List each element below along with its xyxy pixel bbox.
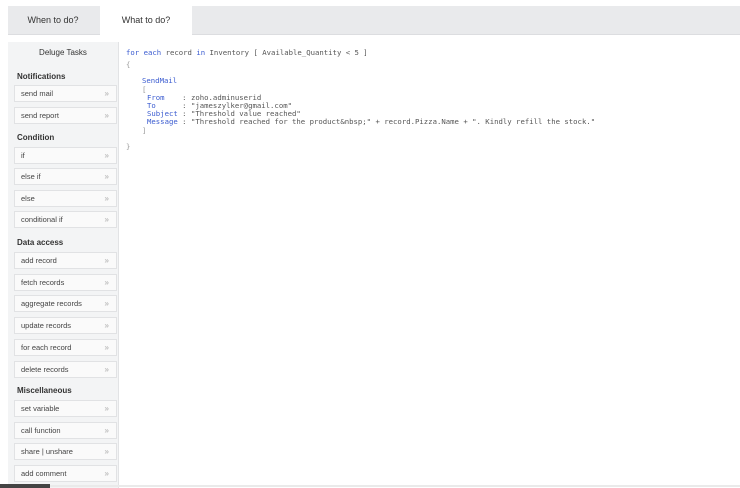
code-task-sendmail: SendMail (142, 76, 178, 85)
tab-bar: When to do? What to do? (8, 6, 740, 35)
code-open-brace: { (126, 60, 131, 69)
task-label: set variable (21, 404, 60, 413)
record-variable: record (165, 48, 192, 57)
task-share-unshare[interactable]: share | unshare » (14, 443, 117, 460)
chevron-right-icon: » (104, 426, 109, 435)
horizontal-scrollbar-thumb[interactable] (0, 484, 50, 488)
task-add-comment[interactable]: add comment » (14, 465, 117, 482)
task-label: call function (21, 426, 61, 435)
task-label: send report (21, 111, 59, 120)
code-line-for-each: for each record in Inventory [ Available… (126, 48, 368, 57)
form-name: Inventory (209, 48, 250, 57)
task-update-records[interactable]: update records » (14, 317, 117, 334)
task-label: add record (21, 256, 57, 265)
chevron-right-icon: » (104, 321, 109, 330)
param-key: Message (147, 117, 178, 126)
task-label: fetch records (21, 278, 65, 287)
task-label: else if (21, 172, 41, 181)
chevron-right-icon: » (104, 469, 109, 478)
task-send-report[interactable]: send report » (14, 107, 117, 124)
deluge-tasks-sidebar: Deluge Tasks Notifications send mail » s… (8, 42, 119, 488)
chevron-right-icon: » (104, 151, 109, 160)
task-fetch-records[interactable]: fetch records » (14, 274, 117, 291)
task-label: aggregate records (21, 299, 82, 308)
task-label: share | unshare (21, 447, 73, 456)
task-delete-records[interactable]: delete records » (14, 361, 117, 378)
section-notifications: Notifications (17, 72, 66, 81)
task-call-function[interactable]: call function » (14, 422, 117, 439)
chevron-right-icon: » (104, 194, 109, 203)
chevron-right-icon: » (104, 256, 109, 265)
code-param-message: Message : "Threshold reached for the pro… (147, 117, 595, 126)
task-set-variable[interactable]: set variable » (14, 400, 117, 417)
horizontal-scrollbar-track[interactable] (50, 485, 740, 487)
task-aggregate-records[interactable]: aggregate records » (14, 295, 117, 312)
script-editor[interactable]: for each record in Inventory [ Available… (122, 46, 732, 466)
task-send-mail[interactable]: send mail » (14, 85, 117, 102)
task-else[interactable]: else » (14, 190, 117, 207)
code-open-bracket: [ (142, 85, 147, 94)
section-data-access: Data access (17, 238, 64, 247)
tab-when-to-do[interactable]: When to do? (8, 6, 98, 34)
section-condition: Condition (17, 133, 55, 142)
task-for-each-record[interactable]: for each record » (14, 339, 117, 356)
code-close-bracket: ] (142, 126, 147, 135)
tab-what-to-do[interactable]: What to do? (100, 6, 192, 35)
task-label: send mail (21, 89, 54, 98)
sidebar-title: Deluge Tasks (39, 48, 87, 57)
task-label: for each record (21, 343, 72, 352)
param-value: : "Threshold reached for the product&nbs… (182, 117, 596, 126)
task-add-record[interactable]: add record » (14, 252, 117, 269)
chevron-right-icon: » (104, 299, 109, 308)
keyword-for-each: for each (126, 48, 162, 57)
task-label: if (21, 151, 25, 160)
task-label: delete records (21, 365, 69, 374)
task-conditional-if[interactable]: conditional if » (14, 211, 117, 228)
chevron-right-icon: » (104, 89, 109, 98)
chevron-right-icon: » (104, 111, 109, 120)
task-else-if[interactable]: else if » (14, 168, 117, 185)
chevron-right-icon: » (104, 215, 109, 224)
keyword-in: in (196, 48, 206, 57)
chevron-right-icon: » (104, 404, 109, 413)
task-label: else (21, 194, 35, 203)
task-label: update records (21, 321, 72, 330)
chevron-right-icon: » (104, 278, 109, 287)
chevron-right-icon: » (104, 343, 109, 352)
task-if[interactable]: if » (14, 147, 117, 164)
code-close-brace: } (126, 142, 131, 151)
section-miscellaneous: Miscellaneous (17, 386, 72, 395)
criteria: [ Available_Quantity < 5 ] (253, 48, 368, 57)
task-label: add comment (21, 469, 67, 478)
chevron-right-icon: » (104, 365, 109, 374)
chevron-right-icon: » (104, 172, 109, 181)
chevron-right-icon: » (104, 447, 109, 456)
task-label: conditional if (21, 215, 63, 224)
